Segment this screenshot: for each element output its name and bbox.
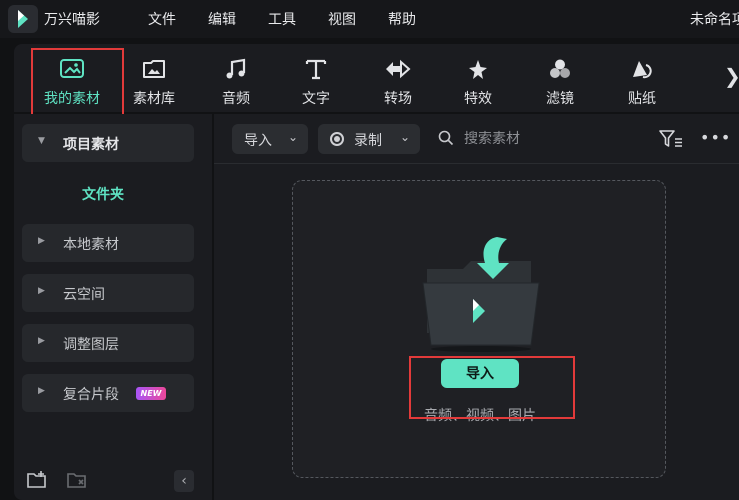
chevron-down-icon: ⌄ [288, 130, 299, 144]
app-name: 万兴喵影 [44, 12, 100, 28]
effects-star-icon [438, 54, 518, 84]
search-icon [438, 130, 454, 150]
sidebar-item-adjustment-layer[interactable]: ▶ 调整图层 [22, 324, 194, 362]
tab-stock-library[interactable]: 素材库 [114, 44, 194, 112]
import-folder-icon [419, 233, 543, 353]
sidebar-item-label: 本地素材 [63, 237, 119, 253]
menu-file[interactable]: 文件 [148, 9, 176, 29]
caret-right-icon: ▶ [38, 336, 45, 346]
music-note-icon [196, 54, 276, 84]
more-options-icon[interactable]: ••• [700, 128, 731, 147]
sidebar-item-label: 复合片段 [63, 387, 119, 403]
media-panel: 导入 ⌄ 录制 ⌄ ••• 导入 [214, 114, 739, 500]
tab-transition[interactable]: 转场 [358, 44, 438, 112]
import-dropzone[interactable]: 导入 音频、视频、图片 [292, 180, 666, 478]
stock-library-icon [114, 54, 194, 84]
new-badge: NEW [136, 387, 166, 400]
sidebar-item-label: 云空间 [63, 287, 105, 303]
search-input[interactable] [464, 128, 634, 150]
highlight-import [409, 356, 575, 419]
sidebar-item-cloud[interactable]: ▶ 云空间 [22, 274, 194, 312]
record-icon [330, 132, 344, 146]
tab-label: 文字 [302, 91, 330, 107]
sidebar: ▼ 项目素材 文件夹 ▶ 本地素材 ▶ 云空间 ▶ 调整图层 ▶ 复合片段 NE… [14, 114, 212, 500]
tab-label: 素材库 [133, 91, 175, 107]
tab-label: 转场 [384, 91, 412, 107]
tab-text[interactable]: 文字 [276, 44, 356, 112]
menu-view[interactable]: 视图 [328, 9, 356, 29]
tab-label: 滤镜 [546, 91, 574, 107]
text-icon [276, 54, 356, 84]
tab-effects[interactable]: 特效 [438, 44, 518, 112]
record-dropdown[interactable]: 录制 ⌄ [318, 124, 420, 154]
tab-label: 贴纸 [628, 91, 656, 107]
caret-right-icon: ▶ [38, 286, 45, 296]
import-dropdown-label: 导入 [244, 133, 272, 149]
sidebar-item-compound-clip[interactable]: ▶ 复合片段 NEW [22, 374, 194, 412]
caret-down-icon: ▼ [38, 136, 45, 146]
transition-icon [358, 54, 438, 84]
filter-circles-icon [520, 54, 600, 84]
media-panel-toolbar: 导入 ⌄ 录制 ⌄ ••• [214, 114, 739, 164]
menu-edit[interactable]: 编辑 [208, 9, 236, 29]
import-dropdown[interactable]: 导入 ⌄ [232, 124, 308, 154]
sticker-icon [602, 54, 682, 84]
document-title: 未命名项 [690, 12, 739, 28]
tab-label: 音频 [222, 91, 250, 107]
tab-audio[interactable]: 音频 [196, 44, 276, 112]
tab-label: 特效 [464, 91, 492, 107]
sidebar-item-label: 调整图层 [63, 337, 119, 353]
tab-filters[interactable]: 滤镜 [520, 44, 600, 112]
remove-folder-icon[interactable] [66, 470, 88, 494]
menu-help[interactable]: 帮助 [388, 9, 416, 29]
filter-icon[interactable] [658, 128, 684, 154]
menu-tools[interactable]: 工具 [268, 9, 296, 29]
chevron-down-icon: ⌄ [400, 130, 411, 144]
new-folder-icon[interactable] [26, 470, 48, 494]
caret-right-icon: ▶ [38, 236, 45, 246]
tab-stickers[interactable]: 贴纸 [602, 44, 682, 112]
collapse-sidebar-button[interactable]: ‹ [174, 470, 194, 492]
sidebar-item-folder[interactable]: 文件夹 [82, 184, 124, 204]
caret-right-icon: ▶ [38, 386, 45, 396]
sidebar-item-project-media[interactable]: ▼ 项目素材 [22, 124, 194, 162]
app-logo [8, 5, 38, 33]
menu-bar: 万兴喵影 文件 编辑 工具 视图 帮助 未命名项 [0, 0, 739, 38]
record-dropdown-label: 录制 [354, 133, 382, 149]
sidebar-item-label: 项目素材 [63, 137, 119, 153]
sidebar-item-local-media[interactable]: ▶ 本地素材 [22, 224, 194, 262]
toolbar-scroll-right-icon[interactable]: ❯ [724, 64, 739, 88]
